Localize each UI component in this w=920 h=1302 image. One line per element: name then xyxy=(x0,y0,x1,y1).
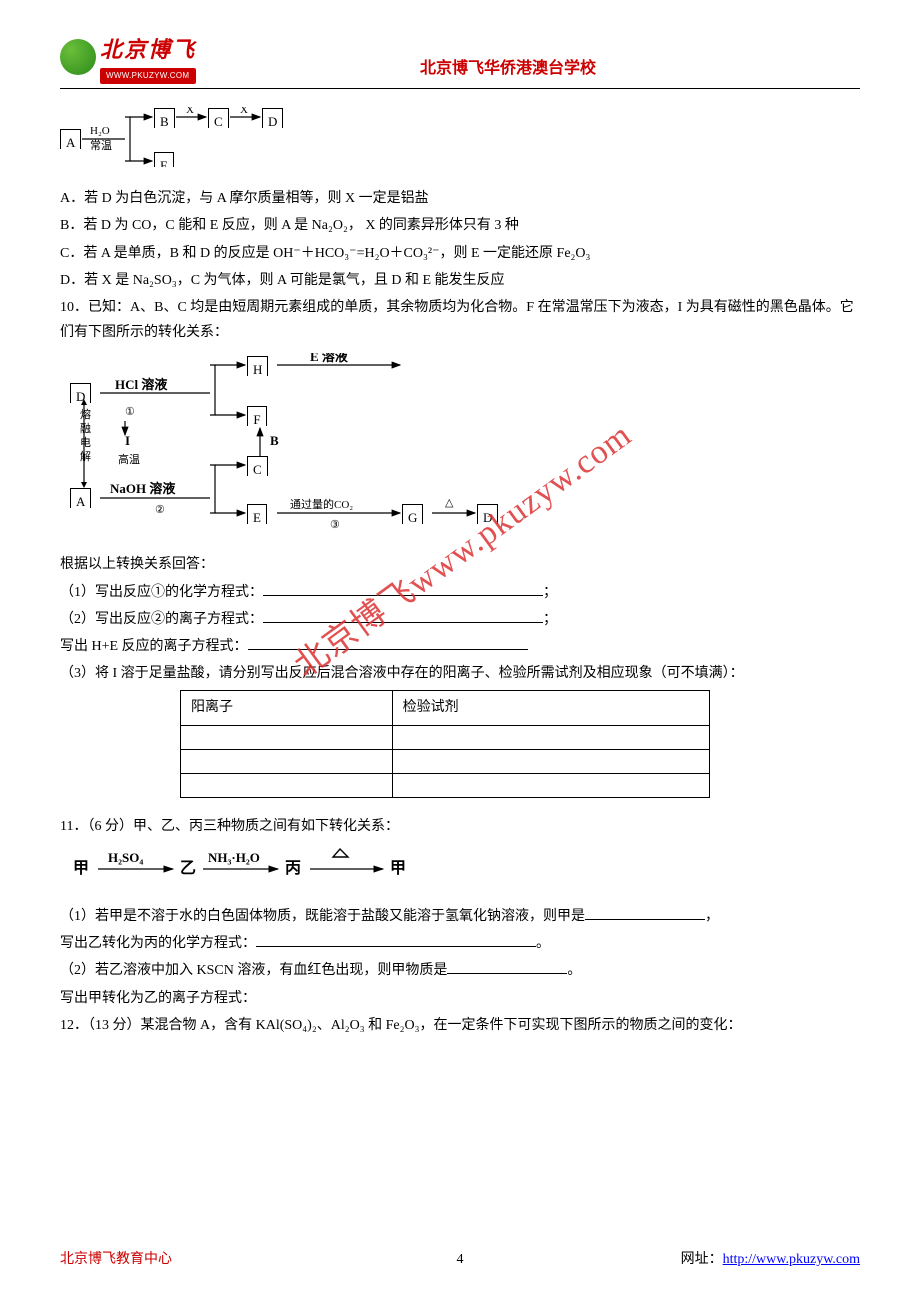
d2-I: I xyxy=(125,433,130,448)
d1-box-C: C xyxy=(208,108,229,128)
q10-sub: 根据以上转换关系回答： xyxy=(60,552,860,577)
table-th-reagent: 检验试剂 xyxy=(392,691,709,725)
d2-hi: 高温 xyxy=(118,452,140,466)
diagram-q10: D A 熔 融 电 解 HCl 溶液 H F E 溶液 ① I 高温 NaOH … xyxy=(60,353,860,542)
d2-tri: △ xyxy=(445,497,454,509)
q11-p2: （2）若乙溶液中加入 KSCN 溶液，有血红色出现，则甲物质是 。 xyxy=(60,958,860,983)
q12-stem: 12．（13 分）某混合物 A，含有 KAl(SO₄)₂、Al₂O₃ 和 Fe₂… xyxy=(60,1013,860,1038)
diagram-q9-svg: A H₂O 常温 B E X C X D xyxy=(60,107,300,167)
header-divider xyxy=(60,88,860,89)
blank[interactable] xyxy=(256,933,536,947)
school-title: 北京博飞华侨港澳台学校 xyxy=(156,55,860,84)
d2-naoh: NaOH 溶液 xyxy=(110,481,175,496)
q10-p1-text: （1）写出反应①的化学方程式： xyxy=(60,585,263,600)
q10-p3: （3）将 I 溶于足量盐酸，请分别写出反应后混合溶液中存在的阳离子、检验所需试剂… xyxy=(60,661,860,686)
q10-p1: （1）写出反应①的化学方程式：； xyxy=(60,580,860,605)
q11-r1: H₂SO₄ xyxy=(108,850,143,865)
d2-box-F: F xyxy=(247,406,267,426)
q9-option-d: D．若 X 是 Na₂SO₃，C 为气体，则 A 可能是氯气，且 D 和 E 能… xyxy=(60,268,860,293)
d2-B: B xyxy=(270,433,279,448)
d1-label-x1: X xyxy=(186,107,194,116)
d1-label-temp: 常温 xyxy=(90,139,112,152)
d2-co2: 通过量的CO₂ xyxy=(290,497,353,511)
q11-p1c-text: 写出乙转化为丙的化学方程式： xyxy=(60,936,256,951)
q11-p1c: 写出乙转化为丙的化学方程式： 。 xyxy=(60,931,860,956)
d1-label-h2o: H₂O xyxy=(90,125,110,137)
page-header: 北京博飞 WWW.PKUZYW.COM 北京博飞华侨港澳台学校 xyxy=(60,30,860,84)
q9-option-b: B．若 D 为 CO，C 能和 E 反应，则 A 是 Na₂O₂， X 的同素异… xyxy=(60,213,860,238)
table-cell[interactable] xyxy=(392,725,709,749)
d2-box-D: D xyxy=(70,383,91,403)
d2-c2: ② xyxy=(155,504,165,516)
q11-p1d: 。 xyxy=(536,936,550,951)
d2-melt1: 熔 xyxy=(80,407,91,421)
q10-stem: 10．已知：A、B、C 均是由短周期元素组成的单质，其余物质均为化合物。F 在常… xyxy=(60,295,860,345)
diagram-q10-svg: D A 熔 融 电 解 HCl 溶液 H F E 溶液 ① I 高温 NaOH … xyxy=(60,353,540,533)
q11-p2a: （2）若乙溶液中加入 KSCN 溶液，有血红色出现，则甲物质是 xyxy=(60,963,447,978)
q11-p2b: 。 xyxy=(567,963,581,978)
q11-p1b: ， xyxy=(705,909,719,924)
q11-stem: 11．（6 分）甲、乙、丙三种物质之间有如下转化关系： xyxy=(60,814,860,839)
logo-globe-icon xyxy=(60,39,96,75)
q10-p2b-text: 写出 H+E 反应的离子方程式： xyxy=(60,639,248,654)
diagram-q11-svg: 甲 H₂SO₄ 乙 NH₃·H₂O 丙 甲 xyxy=(68,845,468,885)
d2-c1: ① xyxy=(125,406,135,418)
d2-c3: ③ xyxy=(330,519,340,531)
q10-p2-text: （2）写出反应②的离子方程式： xyxy=(60,612,263,627)
blank[interactable] xyxy=(447,960,567,974)
d2-box-D2: D xyxy=(477,504,498,524)
d2-box-E: E xyxy=(247,504,267,524)
q11-r2: NH₃·H₂O xyxy=(208,850,260,865)
d2-box-C: C xyxy=(247,456,268,476)
diagram-q11: 甲 H₂SO₄ 乙 NH₃·H₂O 丙 甲 xyxy=(68,845,860,894)
d1-box-B: B xyxy=(154,108,175,128)
d1-box-A: A xyxy=(60,129,81,149)
d2-melt4: 解 xyxy=(80,449,91,463)
q11-jia: 甲 xyxy=(73,859,89,877)
d1-label-x2: X xyxy=(240,107,248,116)
d2-box-A: A xyxy=(70,488,91,508)
answer-table: 阳离子 检验试剂 xyxy=(180,690,710,797)
q11-p1a: （1）若甲是不溶于水的白色固体物质，既能溶于盐酸又能溶于氢氧化钠溶液，则甲是 xyxy=(60,909,585,924)
d2-esol: E 溶液 xyxy=(310,353,348,364)
table-cell[interactable] xyxy=(181,749,393,773)
d1-box-E: E xyxy=(154,152,174,167)
q11-bing: 丙 xyxy=(285,859,301,877)
table-cell[interactable] xyxy=(392,749,709,773)
d2-melt2: 融 xyxy=(80,422,91,435)
blank[interactable] xyxy=(263,609,543,623)
table-cell[interactable] xyxy=(181,773,393,797)
d2-hcl: HCl 溶液 xyxy=(115,377,167,392)
q10-p2b: 写出 H+E 反应的离子方程式： xyxy=(60,634,860,659)
d2-melt3: 电 xyxy=(80,436,91,449)
d1-box-D: D xyxy=(262,108,283,128)
footer-page: 4 xyxy=(60,1247,860,1272)
blank[interactable] xyxy=(248,636,528,650)
table-th-cation: 阳离子 xyxy=(181,691,393,725)
triangle-icon xyxy=(333,849,348,857)
q11-p1: （1）若甲是不溶于水的白色固体物质，既能溶于盐酸又能溶于氢氧化钠溶液，则甲是 ， xyxy=(60,904,860,929)
q9-option-a: A．若 D 为白色沉淀，与 A 摩尔质量相等，则 X 一定是铝盐 xyxy=(60,186,860,211)
page-footer: 北京博飞教育中心 4 网址：http://www.pkuzyw.com xyxy=(60,1247,860,1272)
table-cell[interactable] xyxy=(392,773,709,797)
d2-box-G: G xyxy=(402,504,423,524)
blank[interactable] xyxy=(263,582,543,596)
table-cell[interactable] xyxy=(181,725,393,749)
q11-yi: 乙 xyxy=(180,860,196,877)
q11-jia2: 甲 xyxy=(390,859,406,877)
q10-p2: （2）写出反应②的离子方程式：； xyxy=(60,607,860,632)
q9-option-c: C．若 A 是单质，B 和 D 的反应是 OH⁻＋HCO₃⁻=H₂O＋CO₃²⁻… xyxy=(60,241,860,266)
d2-box-H: H xyxy=(247,356,268,376)
diagram-q9: A H₂O 常温 B E X C X D xyxy=(60,107,860,176)
q11-p2c: 写出甲转化为乙的离子方程式： xyxy=(60,986,860,1011)
blank[interactable] xyxy=(585,906,705,920)
